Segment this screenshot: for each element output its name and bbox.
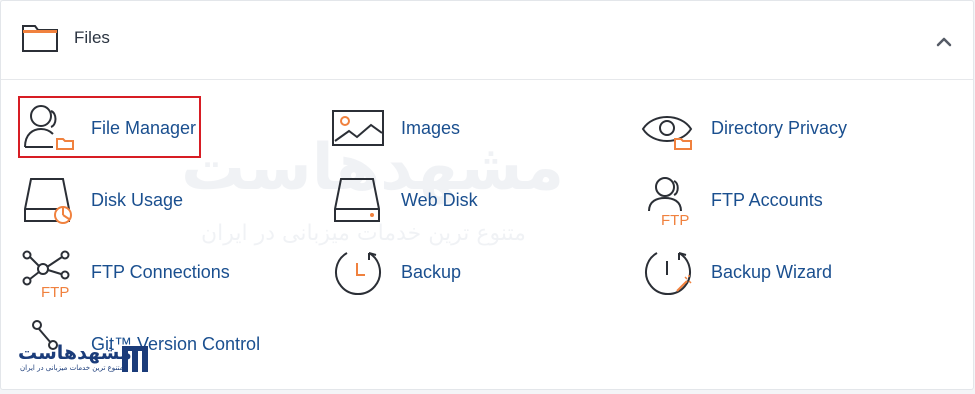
ftp-connections-label: FTP Connections: [91, 262, 230, 282]
disk-usage-label: Disk Usage: [91, 190, 184, 210]
ftp-accounts-link[interactable]: FTP FTP Accounts: [641, 173, 831, 229]
directory-privacy-link[interactable]: Directory Privacy: [641, 101, 861, 157]
logo-sub-text: متنوع ترین خدمات میزبانی در ایران: [20, 364, 124, 372]
web-disk-icon: [334, 178, 380, 222]
files-panel: Files مشهدهاست متنوع ترین خدمات میزبانی …: [0, 0, 974, 390]
panel-title: Files: [74, 28, 110, 47]
logo: مشهدهاست متنوع ترین خدمات میزبانی در ایر…: [14, 342, 156, 376]
ftp-text: FTP: [41, 284, 69, 301]
directory-privacy-label: Directory Privacy: [711, 118, 848, 138]
disk-usage-icon: [24, 178, 72, 224]
ftp-text: FTP: [661, 212, 689, 229]
images-label: Images: [401, 118, 461, 138]
backup-link[interactable]: Backup: [331, 245, 471, 301]
disk-usage-link[interactable]: Disk Usage: [21, 173, 191, 229]
backup-wizard-label: Backup Wizard: [711, 262, 833, 282]
chevron-up-icon[interactable]: [933, 31, 955, 53]
backup-label: Backup: [401, 262, 462, 282]
folder-icon: [22, 25, 58, 52]
image-icon: [332, 110, 384, 146]
web-disk-link[interactable]: Web Disk: [331, 173, 491, 229]
panel-header[interactable]: Files: [1, 1, 973, 80]
file-manager-label: File Manager: [91, 118, 197, 138]
eye-folder-icon: [641, 116, 693, 150]
web-disk-label: Web Disk: [401, 190, 478, 210]
backup-wizard-link[interactable]: Backup Wizard: [641, 245, 841, 301]
ftp-connections-icon: FTP: [22, 250, 70, 301]
ftp-connections-link[interactable]: FTP FTP Connections: [21, 245, 241, 301]
ftp-accounts-icon: FTP: [648, 177, 689, 229]
file-manager-icon: [24, 105, 74, 150]
backup-icon: [335, 252, 381, 296]
images-link[interactable]: Images: [331, 101, 471, 157]
logo-main-text: مشهدهاست: [18, 342, 132, 364]
file-manager-link[interactable]: File Manager: [21, 101, 201, 157]
backup-wizard-icon: [645, 252, 692, 296]
ftp-accounts-label: FTP Accounts: [711, 190, 823, 210]
logo-mark-icon: [122, 346, 148, 372]
